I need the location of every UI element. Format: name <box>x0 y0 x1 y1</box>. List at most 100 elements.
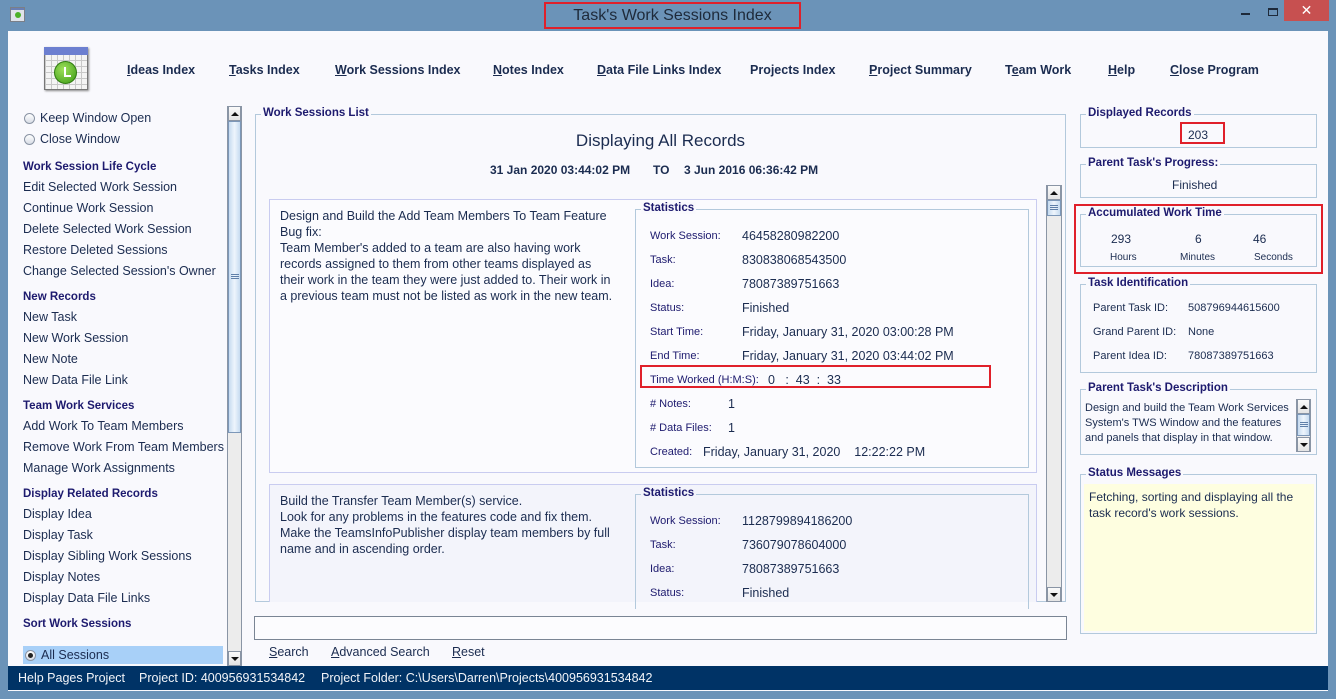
section-heading: Sort Work Sessions <box>23 618 132 630</box>
menu-help[interactable]: Help <box>1108 63 1135 77</box>
action-display-task[interactable]: Display Task <box>23 528 93 542</box>
grand-parent-id-value: None <box>1188 326 1215 338</box>
status-value: Finished <box>742 586 790 600</box>
task-label: Task: <box>650 539 676 551</box>
status-label: Status: <box>650 302 685 314</box>
reset-button[interactable]: Reset <box>452 645 485 659</box>
grand-parent-id-label: Grand Parent ID: <box>1093 326 1177 338</box>
sort-all-sessions-radio[interactable]: All Sessions <box>23 646 223 664</box>
parent-task-description-text: Design and build the Team Work Services … <box>1085 402 1289 444</box>
parent-task-id-label: Parent Task ID: <box>1093 302 1168 314</box>
action-display-sibling-work-sessions[interactable]: Display Sibling Work Sessions <box>23 549 192 563</box>
menu-project-summary[interactable]: Project Summary <box>869 63 972 77</box>
data-files-count-label: # Data Files: <box>650 422 712 434</box>
close-icon: ✕ <box>1300 2 1313 18</box>
notes-count-label: # Notes: <box>650 398 691 410</box>
scroll-down-button[interactable] <box>228 651 241 666</box>
action-display-idea[interactable]: Display Idea <box>23 507 92 521</box>
scroll-up-button[interactable] <box>1297 399 1310 414</box>
status-messages-panel: Status Messages Fetching, sorting and di… <box>1080 467 1317 634</box>
task-identification-legend: Task Identification <box>1086 277 1191 289</box>
title-bar[interactable]: Task's Work Sessions Index Window ✕ <box>0 0 1336 47</box>
search-input[interactable] <box>254 616 1067 640</box>
search-button[interactable]: Search <box>269 645 309 659</box>
scroll-thumb[interactable] <box>228 121 241 433</box>
scroll-down-button[interactable] <box>1047 587 1061 602</box>
keep-window-open-radio[interactable]: Keep Window Open <box>24 111 151 125</box>
scroll-down-button[interactable] <box>1297 437 1310 452</box>
action-new-work-session[interactable]: New Work Session <box>23 331 128 345</box>
range-to-label: TO <box>653 163 670 177</box>
menu-data-file-links-index[interactable]: Data File Links Index <box>597 63 721 77</box>
action-display-notes[interactable]: Display Notes <box>23 570 100 584</box>
action-continue-work-session[interactable]: Continue Work Session <box>23 201 153 215</box>
action-edit-selected-work-session[interactable]: Edit Selected Work Session <box>23 180 177 194</box>
project-id: Project ID: 400956931534842 <box>139 671 306 685</box>
range-to: 3 Jun 2016 06:36:42 PM <box>684 163 819 177</box>
statistics-legend: Statistics <box>641 202 697 214</box>
menu-close-program[interactable]: Close Program <box>1170 63 1259 77</box>
work-session-value: 46458280982200 <box>742 229 840 243</box>
action-display-data-file-links[interactable]: Display Data File Links <box>23 591 150 605</box>
status-messages-legend: Status Messages <box>1086 467 1184 479</box>
action-new-note[interactable]: New Note <box>23 352 78 366</box>
task-label: Task: <box>650 254 676 266</box>
time-worked-highlight <box>640 365 991 388</box>
left-panel-scrollbar[interactable] <box>227 106 242 666</box>
action-remove-work-from-team-members[interactable]: Remove Work From Team Members <box>23 440 224 454</box>
task-value: 736079078604000 <box>742 538 847 552</box>
menu-tasks-index[interactable]: Tasks Index <box>229 63 300 77</box>
status-label: Status: <box>650 587 685 599</box>
advanced-search-button[interactable]: Advanced Search <box>331 645 430 659</box>
description-legend: Parent Task's Description <box>1086 382 1230 394</box>
scroll-up-button[interactable] <box>228 106 241 121</box>
work-sessions-list-panel: Work Sessions List Displaying All Record… <box>255 107 1066 609</box>
records-count-highlight <box>1180 122 1225 144</box>
menu-notes-index[interactable]: Notes Index <box>493 63 564 77</box>
left-action-panel: Keep Window Open Close Window Work Sessi… <box>8 106 244 666</box>
close-button[interactable]: ✕ <box>1284 0 1329 21</box>
minimize-button[interactable] <box>1230 0 1260 21</box>
work-session-label: Work Session: <box>650 230 721 242</box>
menu-work-sessions-index[interactable]: Work Sessions Index <box>335 63 461 77</box>
work-session-card[interactable]: Design and Build the Add Team Members To… <box>269 199 1037 473</box>
idea-label: Idea: <box>650 278 675 290</box>
sessions-list-scrollbar[interactable] <box>1046 185 1062 602</box>
task-identification-panel: Task Identification Parent Task ID: 5087… <box>1080 277 1317 373</box>
section-heading: Display Related Records <box>23 488 158 500</box>
radio-icon <box>24 133 35 145</box>
range-from: 31 Jan 2020 03:44:02 PM <box>490 163 631 177</box>
action-new-task[interactable]: New Task <box>23 310 77 324</box>
action-new-data-file-link[interactable]: New Data File Link <box>23 373 128 387</box>
displayed-records-legend: Displayed Records <box>1086 107 1194 119</box>
action-manage-work-assignments[interactable]: Manage Work Assignments <box>23 461 175 475</box>
idea-value: 78087389751663 <box>742 562 840 576</box>
work-session-label: Work Session: <box>650 515 721 527</box>
menu-team-work[interactable]: Team Work <box>1005 63 1071 77</box>
progress-legend: Parent Task's Progress: <box>1086 157 1221 169</box>
end-time-value: Friday, January 31, 2020 03:44:02 PM <box>742 349 954 363</box>
work-session-card[interactable]: Build the Transfer Team Member(s) servic… <box>269 484 1037 609</box>
scroll-thumb[interactable] <box>1297 414 1310 436</box>
scroll-up-button[interactable] <box>1047 185 1061 200</box>
scroll-thumb[interactable] <box>1047 200 1061 216</box>
data-files-count-value: 1 <box>728 421 735 435</box>
action-delete-selected-work-session[interactable]: Delete Selected Work Session <box>23 222 192 236</box>
radio-selected-icon <box>25 649 36 661</box>
action-add-work-to-team-members[interactable]: Add Work To Team Members <box>23 419 183 433</box>
action-restore-deleted-sessions[interactable]: Restore Deleted Sessions <box>23 243 168 257</box>
menu-ideas-index[interactable]: Ideas Index <box>127 63 195 77</box>
menu-projects-index[interactable]: Projects Index <box>750 63 835 77</box>
close-window-radio[interactable]: Close Window <box>24 132 120 146</box>
session-description: Build the Transfer Team Member(s) servic… <box>280 494 610 556</box>
action-change-selected-session-s-owner[interactable]: Change Selected Session's Owner <box>23 264 216 278</box>
progress-value: Finished <box>1172 178 1218 192</box>
idea-value: 78087389751663 <box>742 277 840 291</box>
parent-idea-id-value: 78087389751663 <box>1188 350 1274 362</box>
window-title: Task's Work Sessions Index Window <box>544 2 801 47</box>
maximize-icon <box>1268 7 1278 16</box>
minimize-icon <box>1240 12 1250 15</box>
work-sessions-list-legend: Work Sessions List <box>261 107 371 119</box>
project-name: Help Pages Project <box>18 671 126 685</box>
description-scrollbar[interactable] <box>1296 399 1311 452</box>
